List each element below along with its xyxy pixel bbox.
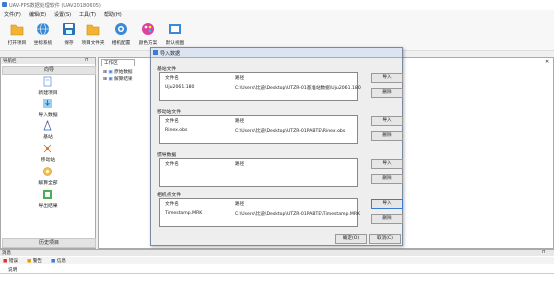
error-icon: ■ (3, 259, 8, 264)
import-icon (43, 99, 52, 108)
column-description: 说明 (8, 268, 18, 273)
nav-item-new-project[interactable]: 新建项目 (1, 76, 95, 98)
column-filename: 文件名 (165, 119, 179, 124)
folder-icon: ▣ (108, 77, 113, 82)
info-icon: ■ (51, 259, 56, 264)
column-filename: 文件名 (165, 202, 179, 207)
nav-item-rover[interactable]: 移动站 (1, 143, 95, 165)
globe-icon (37, 22, 49, 36)
default-view-button[interactable]: 默认视图 (160, 21, 190, 49)
folder-icon: ▣ (108, 70, 113, 75)
import-button[interactable]: 导入 (371, 116, 403, 126)
column-path: 路径 (235, 119, 245, 124)
tab-errors[interactable]: ■ 错误 (3, 258, 18, 264)
group-title: 相机点文件 (157, 193, 181, 198)
view-icon (169, 24, 181, 34)
folder-icon (86, 24, 100, 36)
file-path-cell[interactable]: C:\Users\比迪\Desktop\UTZR-01基准站数据\Uju2061… (235, 85, 361, 91)
menu-edit[interactable]: 编辑(E) (29, 11, 46, 18)
tab-info[interactable]: ■ 信息 (51, 258, 66, 264)
message-tabs: ■ 错误 ■ 警告 ■ 信息 (0, 257, 554, 264)
menu-help[interactable]: 帮助(H) (104, 11, 122, 18)
base-station-file-group: 基站文件 文件名 路径 Uju2061.180 C:\Users\比迪\Desk… (157, 65, 403, 101)
warning-icon: ■ (27, 259, 32, 264)
project-folder-button[interactable]: 项目文件夹 (78, 21, 108, 49)
tree-expand-icon[interactable]: ⊞ (103, 70, 107, 75)
message-panel-header: 消息 ⊓ (0, 250, 554, 256)
save-icon (63, 23, 75, 35)
file-list[interactable]: 文件名 路径 Uju2061.180 C:\Users\比迪\Desktop\U… (159, 72, 361, 101)
solve-icon (43, 167, 52, 176)
file-path-cell[interactable]: C:\Users\比迪\Desktop\UTZR-01PABTE\Timesta… (235, 211, 360, 217)
nav-item-import-data[interactable]: 导入数据 (1, 98, 95, 120)
column-path: 路径 (235, 162, 245, 167)
menu-tools[interactable]: 工具(T) (79, 11, 96, 18)
window-title: UAV-FPS数据处理软件 (UAV20180605) (9, 3, 101, 9)
ok-button[interactable]: 确定(O) (335, 234, 367, 244)
drone-icon (43, 144, 52, 153)
nav-item-solve-all[interactable]: 解算全部 (1, 166, 95, 188)
camera-config-button[interactable]: 相机配置 (106, 21, 136, 49)
new-project-icon (43, 76, 52, 87)
import-button[interactable]: 导入 (371, 199, 403, 209)
palette-icon (142, 23, 154, 35)
menu-settings[interactable]: 设置(S) (54, 11, 71, 18)
tree-item-results[interactable]: ⊞ ▣ 解算结果 (103, 76, 133, 82)
nav-panel-header: 导航栏 ⊓ (1, 58, 95, 64)
message-panel-title: 消息 (2, 251, 11, 256)
import-data-dialog: 导入数据 基站文件 文件名 路径 Uju2061.180 C:\Users\比迪… (150, 47, 403, 246)
history-projects-button[interactable]: 历史项目 (2, 238, 96, 248)
camera-icon (115, 23, 127, 35)
file-name-cell[interactable]: Rinex.obs (165, 128, 187, 133)
pin-icon[interactable]: ⊓ (542, 250, 546, 255)
file-list[interactable]: 文件名 路径 Timestamp.MRK C:\Users\比迪\Desktop… (159, 198, 360, 227)
delete-button[interactable]: 删除 (371, 131, 403, 141)
message-list-header (0, 266, 554, 274)
color-scheme-button[interactable]: 颜色方案 (133, 21, 163, 49)
delete-button[interactable]: 删除 (371, 174, 403, 184)
group-title: 移动站文件 (157, 110, 181, 115)
tab-workspace[interactable]: 工作区 (101, 59, 135, 66)
menu-file[interactable]: 文件(F) (4, 11, 21, 18)
tab-warnings[interactable]: ■ 警告 (27, 258, 42, 264)
column-path: 路径 (235, 76, 245, 81)
pin-icon[interactable]: ⊓ (85, 58, 89, 63)
import-button[interactable]: 导入 (371, 73, 403, 83)
wizard-header: 向导 (2, 66, 96, 75)
app-icon (2, 2, 7, 7)
delete-button[interactable]: 删除 (371, 214, 403, 224)
group-title: 惯导数据 (157, 153, 177, 158)
folder-icon (10, 24, 24, 36)
camera-point-file-group: 相机点文件 文件名 路径 Timestamp.MRK C:\Users\比迪\D… (157, 191, 403, 227)
dialog-icon (153, 50, 158, 55)
delete-button[interactable]: 删除 (371, 88, 403, 98)
navigation-panel: 导航栏 ⊓ 向导 新建项目 导入数据 基站 移动站 解算全部 导出结果 历史项目 (0, 57, 96, 249)
base-station-icon (43, 120, 52, 131)
rover-file-group: 移动站文件 文件名 路径 Rinex.obs C:\Users\比迪\Deskt… (157, 108, 403, 144)
menu-bar: 文件(F) 编辑(E) 设置(S) 工具(T) 帮助(H) (0, 10, 554, 19)
file-path-cell[interactable]: C:\Users\比迪\Desktop\UTZR-01PABTE\Rinex.o… (235, 128, 345, 134)
file-name-cell[interactable]: Uju2061.180 (165, 85, 194, 90)
file-list[interactable]: 文件名 路径 Rinex.obs C:\Users\比迪\Desktop\UTZ… (159, 115, 358, 144)
tree-expand-icon[interactable]: ⊞ (103, 77, 107, 82)
nav-item-export-results[interactable]: 导出结果 (1, 189, 95, 211)
cancel-button[interactable]: 取消(C) (369, 234, 401, 244)
tree-item-raw-data[interactable]: ⊞ ▣ 原始数据 (103, 69, 133, 75)
import-button[interactable]: 导入 (371, 159, 403, 169)
dialog-title: 导入数据 (160, 51, 181, 57)
column-filename: 文件名 (165, 162, 179, 167)
group-title: 基站文件 (157, 67, 177, 72)
message-panel: 消息 ⊓ ■ 错误 ■ 警告 ■ 信息 说明 (0, 249, 554, 296)
column-filename: 文件名 (165, 76, 179, 81)
nav-item-base-station[interactable]: 基站 (1, 120, 95, 142)
file-list[interactable]: 文件名 路径 (159, 158, 358, 187)
file-name-cell[interactable]: Timestamp.MRK (165, 211, 202, 216)
column-path: 路径 (235, 202, 245, 207)
title-bar: UAV-FPS数据处理软件 (UAV20180605) (0, 0, 554, 10)
close-icon[interactable]: ✕ (545, 59, 549, 65)
nav-panel-title: 导航栏 (3, 59, 17, 64)
dialog-title-bar: 导入数据 (151, 48, 402, 58)
export-icon (43, 190, 52, 199)
ins-data-group: 惯导数据 文件名 路径 导入 删除 (157, 151, 403, 187)
